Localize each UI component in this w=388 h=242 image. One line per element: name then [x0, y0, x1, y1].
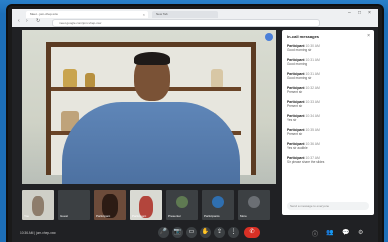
chat-time: 10:33 AM: [305, 100, 320, 104]
chat-message: Participant 10:34 AM Yes sir: [287, 114, 369, 122]
trophy: [85, 73, 95, 87]
people-icon[interactable]: 👥: [326, 229, 333, 236]
close-icon[interactable]: ×: [367, 33, 370, 39]
participant-tile[interactable]: More: [238, 190, 270, 220]
activities-icon[interactable]: ⚙: [358, 229, 363, 236]
close-window-icon[interactable]: ×: [368, 10, 371, 16]
participant-avatar: [248, 196, 260, 208]
participant-name: Presenter: [168, 214, 182, 218]
participant-tile[interactable]: Guest: [58, 190, 90, 220]
chat-title: In-call messages: [287, 34, 320, 39]
participant-name: Participants: [204, 214, 220, 218]
chat-text: Yes sir: [287, 118, 297, 122]
meet-area: In-call messages × Participant 10:30 AM …: [12, 27, 378, 242]
forward-icon[interactable]: ›: [26, 18, 28, 24]
tab-meet[interactable]: Meet - jom-vhep-xxw ×: [26, 11, 148, 18]
chat-text: Present sir: [287, 104, 303, 108]
participant-name: You: [24, 214, 30, 218]
tab-new[interactable]: New Tab: [152, 11, 218, 18]
chat-time: 10:31 AM: [305, 58, 320, 62]
participant-tile[interactable]: Presenter: [166, 190, 198, 220]
participant-name: Participant: [96, 214, 111, 218]
chat-message: Participant 10:35 AM Present sir: [287, 128, 369, 136]
end-call-button[interactable]: ✆: [244, 227, 260, 238]
participant-name: More: [240, 214, 247, 218]
mic-button[interactable]: 🎤: [158, 227, 169, 238]
participant-tile[interactable]: Participant: [94, 190, 126, 220]
chat-text: Good morning sir: [287, 48, 312, 52]
chat-text: Sir please share the slides: [287, 160, 325, 164]
participant-tile[interactable]: Participants: [202, 190, 234, 220]
chat-input[interactable]: Send a message to everyone: [287, 202, 369, 210]
browser-toolbar: Meet - jom-vhep-xxw × New Tab – □ × ‹ › …: [12, 9, 378, 28]
chat-time: 10:32 AM: [305, 86, 320, 90]
more-options-button[interactable]: ⋮: [228, 227, 239, 238]
reload-icon[interactable]: ↻: [36, 18, 40, 24]
tab-label: New Tab: [156, 12, 168, 16]
chat-message: Participant 10:30 AM Good morning sir: [287, 44, 369, 52]
participant-avatar: [176, 196, 188, 208]
chat-text: Present sir: [287, 132, 303, 136]
pin-icon[interactable]: [265, 33, 273, 41]
participant-tile[interactable]: You: [22, 190, 54, 220]
address-bar[interactable]: meet.google.com/jom-vhep-xxw: [52, 19, 320, 27]
chat-message: Participant 10:33 AM Present sir: [287, 100, 369, 108]
participant-filmstrip: You Guest Participant Participant Presen…: [22, 190, 276, 220]
chat-icon[interactable]: 💬: [342, 229, 349, 236]
participant-tile[interactable]: Participant: [130, 190, 162, 220]
chat-panel: In-call messages × Participant 10:30 AM …: [282, 30, 374, 215]
info-icon[interactable]: ⓘ: [312, 229, 318, 238]
call-controls: 10:36 AM | jom-vhep-xxw 🎤 📷 ▭ ✋ ⇪ ⋮ ✆ ⓘ …: [12, 225, 378, 241]
camera-button[interactable]: 📷: [172, 227, 183, 238]
trophy: [63, 69, 77, 87]
chat-time: 10:34 AM: [305, 114, 320, 118]
speaker-body: [62, 102, 240, 184]
tab-label: Meet - jom-vhep-xxw: [30, 12, 58, 16]
back-icon[interactable]: ‹: [18, 18, 20, 24]
captions-button[interactable]: ▭: [186, 227, 197, 238]
maximize-icon[interactable]: □: [358, 10, 361, 16]
chat-text: Good morning: [287, 62, 308, 66]
chat-time: 10:35 AM: [305, 128, 320, 132]
main-video: [22, 30, 276, 184]
chat-message: Participant 10:36 AM Yes sir audible: [287, 142, 369, 150]
participant-avatar: [212, 196, 224, 208]
chat-text: Present sir: [287, 90, 303, 94]
chat-list: Participant 10:30 AM Good morning sir Pa…: [287, 44, 369, 170]
chat-message: Participant 10:31 AM Good morning sir: [287, 72, 369, 80]
chat-message: Participant 10:31 AM Good morning: [287, 58, 369, 66]
tab-close-icon[interactable]: ×: [143, 11, 145, 18]
meeting-info: 10:36 AM | jom-vhep-xxw: [20, 231, 56, 235]
ornament: [211, 69, 223, 87]
chat-text: Yes sir audible: [287, 146, 308, 150]
minimize-icon[interactable]: –: [348, 10, 351, 16]
chat-message: Participant 10:37 AM Sir please share th…: [287, 156, 369, 164]
speaker-hair: [134, 52, 170, 65]
present-button[interactable]: ⇪: [214, 227, 225, 238]
chat-text: Good morning sir: [287, 76, 312, 80]
raise-hand-button[interactable]: ✋: [200, 227, 211, 238]
participant-avatar: [32, 196, 44, 216]
scene: Meet - jom-vhep-xxw × New Tab – □ × ‹ › …: [0, 0, 388, 242]
chat-message: Participant 10:32 AM Present sir: [287, 86, 369, 94]
participant-name: Participant: [132, 214, 147, 218]
participant-name: Guest: [60, 214, 69, 218]
